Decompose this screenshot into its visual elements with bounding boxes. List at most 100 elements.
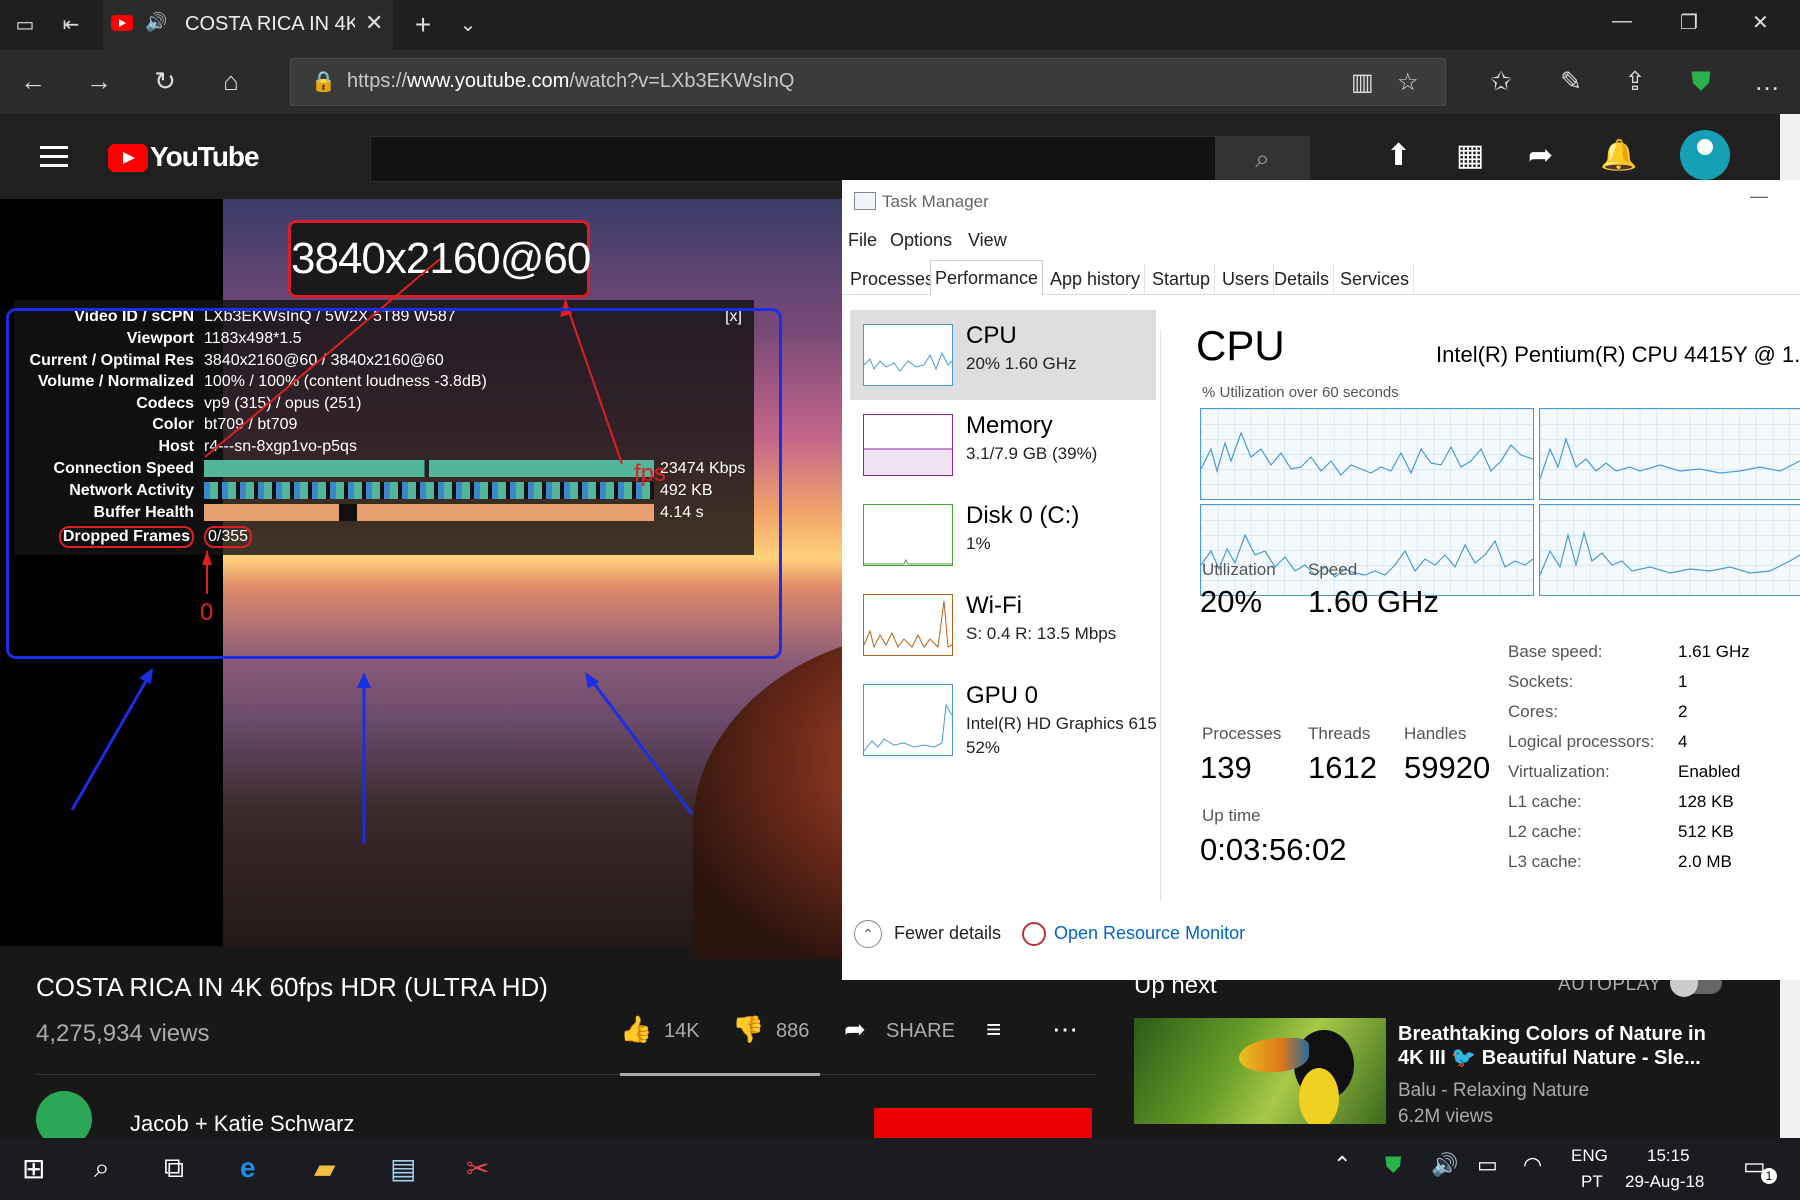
like-icon[interactable]: 👍 [620,1014,652,1045]
tab-services[interactable]: Services [1336,264,1415,294]
browser-tab[interactable]: 🔊 COSTA RICA IN 4K 60fps HDR (ULTRA HD) … [103,0,393,50]
youtube-logo-icon[interactable] [108,144,148,172]
tab-app-history[interactable]: App history [1046,264,1146,294]
task-manager-window: Task Manager — File Options View Process… [842,180,1800,980]
tab-performance[interactable]: Performance [930,260,1044,296]
share-icon[interactable]: ⇪ [1618,66,1652,97]
show-hidden-icons-chevron-icon[interactable]: ⌃ [1333,1152,1351,1178]
menu-file[interactable]: File [848,230,877,251]
threads-value: 1612 [1308,750,1377,785]
tab-details[interactable]: Details [1270,264,1335,294]
minimize-icon[interactable]: — [1750,186,1768,207]
back-icon[interactable]: ← [16,66,50,97]
hamburger-menu-icon[interactable] [40,146,68,168]
l2-cache-value: 512 KB [1678,822,1734,841]
tab-processes[interactable]: Processes [846,264,940,294]
l3-cache-label: L3 cache: [1508,852,1582,871]
up-next-channel: Balu - Relaxing Nature [1398,1080,1590,1101]
open-resource-monitor-link[interactable]: Open Resource Monitor [1054,923,1245,944]
memory-summary: 3.1/7.9 GB (39%) [966,444,1098,463]
share-icon[interactable]: ➦ [844,1014,866,1045]
battery-icon[interactable]: ▭ [1477,1152,1498,1178]
language-eng[interactable]: ENG [1571,1146,1608,1166]
minimize-icon[interactable]: — [1612,10,1632,33]
close-tab-icon[interactable]: ✕ [365,10,383,36]
channel-name[interactable]: Jacob + Katie Schwarz [130,1111,354,1137]
wifi-summary: S: 0.4 R: 13.5 Mbps [966,624,1117,643]
windows-taskbar: ⊞ ⌕ ⧉ e ▰ ▤ ✂ ⌃ ⛊ 🔊 ▭ ◠ ENG PT 15:15 29-… [0,1138,1800,1200]
web-note-pen-icon[interactable]: ✎ [1554,66,1588,97]
menu-view[interactable]: View [968,230,1007,251]
up-next-thumbnail[interactable] [1134,1018,1386,1124]
divider [36,1074,1096,1075]
sidebar-separator [1160,330,1161,900]
account-avatar[interactable] [1680,130,1730,180]
file-explorer-icon[interactable]: ▰ [314,1152,336,1185]
more-actions-icon[interactable]: ⋯ [1052,1014,1078,1045]
messages-icon[interactable]: ➦ [1528,138,1553,173]
speed-label: Speed [1308,560,1358,579]
share-button[interactable]: SHARE [886,1020,955,1043]
cpu-heading: CPU [1196,322,1285,369]
youtube-favicon-icon [111,15,133,31]
sidebar-item-wifi[interactable]: Wi-Fi S: 0.4 R: 13.5 Mbps [850,580,1156,670]
refresh-icon[interactable]: ↻ [148,66,182,97]
like-ratio-bar [620,1073,820,1076]
defender-shield-icon[interactable]: ⛊ [1385,1152,1402,1178]
up-next-title[interactable]: Breathtaking Colors of Nature in 4K III … [1398,1022,1718,1070]
favorite-star-icon[interactable]: ☆ [1397,68,1419,97]
speaker-icon[interactable]: 🔊 [145,12,167,33]
menu-options[interactable]: Options [890,230,952,251]
like-count[interactable]: 14K [664,1020,700,1043]
youtube-logo-text[interactable]: YouTube [150,141,260,173]
shield-extension-icon[interactable]: ⛊ [1684,66,1718,98]
reading-view-icon[interactable]: ▥ [1351,68,1374,97]
set-aside-tabs-icon[interactable]: ⇤ [58,12,84,38]
language-pt[interactable]: PT [1581,1172,1603,1192]
search-input[interactable] [370,136,1217,182]
forward-icon[interactable]: → [82,66,116,97]
sidebar-item-cpu[interactable]: CPU 20% 1.60 GHz [850,310,1156,400]
add-to-playlist-icon[interactable]: ≡ [986,1014,1001,1045]
search-button[interactable]: ⌕ [1215,136,1310,182]
sidebar-item-memory[interactable]: Memory 3.1/7.9 GB (39%) [850,400,1156,490]
perf-sidebar: CPU 20% 1.60 GHz Memory 3.1/7.9 GB (39%)… [850,310,1156,910]
volume-icon[interactable]: 🔊 [1431,1152,1458,1178]
favorites-hub-icon[interactable]: ✩ [1484,66,1518,97]
dislike-count[interactable]: 886 [776,1020,809,1043]
fewer-details-button[interactable]: Fewer details [894,923,1001,944]
sidebar-item-disk[interactable]: Disk 0 (C:) 1% [850,490,1156,580]
sockets-value: 1 [1678,672,1688,691]
tab-startup[interactable]: Startup [1148,264,1216,294]
utilization-value: 20% [1200,584,1263,619]
wifi-icon[interactable]: ◠ [1523,1152,1542,1178]
more-menu-icon[interactable]: … [1750,66,1784,97]
snipping-tool-icon[interactable]: ✂ [466,1152,489,1185]
notifications-bell-icon[interactable]: 🔔 [1600,138,1637,173]
search-icon[interactable]: ⌕ [94,1152,110,1185]
windows-start-icon[interactable]: ⊞ [22,1152,45,1185]
tab-users[interactable]: Users [1218,264,1275,294]
upload-icon[interactable]: ⬆ [1386,138,1411,173]
disk-mini-graph [863,504,953,566]
apps-grid-icon[interactable]: ▦ [1456,138,1484,173]
sidebar-item-gpu[interactable]: GPU 0 Intel(R) HD Graphics 615 52% [850,670,1156,770]
restore-icon[interactable]: ❐ [1680,10,1698,35]
chevron-up-icon[interactable]: ⌃ [854,920,882,948]
view-count: 4,275,934 views [36,1020,210,1047]
edge-icon[interactable]: e [240,1152,256,1184]
tab-actions-icon[interactable]: ▭ [12,12,38,38]
new-tab-icon[interactable]: + [410,11,436,39]
tab-list-chevron-icon[interactable]: ⌄ [455,12,481,38]
threads-label: Threads [1308,724,1371,743]
task-view-icon[interactable]: ⧉ [164,1152,184,1185]
dislike-icon[interactable]: 👎 [732,1014,764,1045]
address-bar[interactable]: 🔒 https://www.youtube.com/watch?v=LXb3EK… [290,58,1446,106]
task-manager-taskbar-icon[interactable]: ▤ [390,1152,416,1185]
close-window-icon[interactable]: ✕ [1752,10,1769,35]
clock-date[interactable]: 29-Aug-18 [1625,1172,1704,1192]
home-icon[interactable]: ⌂ [214,66,248,97]
l3-cache-value: 2.0 MB [1678,852,1732,871]
processes-value: 139 [1200,750,1252,785]
clock-time[interactable]: 15:15 [1647,1146,1690,1166]
